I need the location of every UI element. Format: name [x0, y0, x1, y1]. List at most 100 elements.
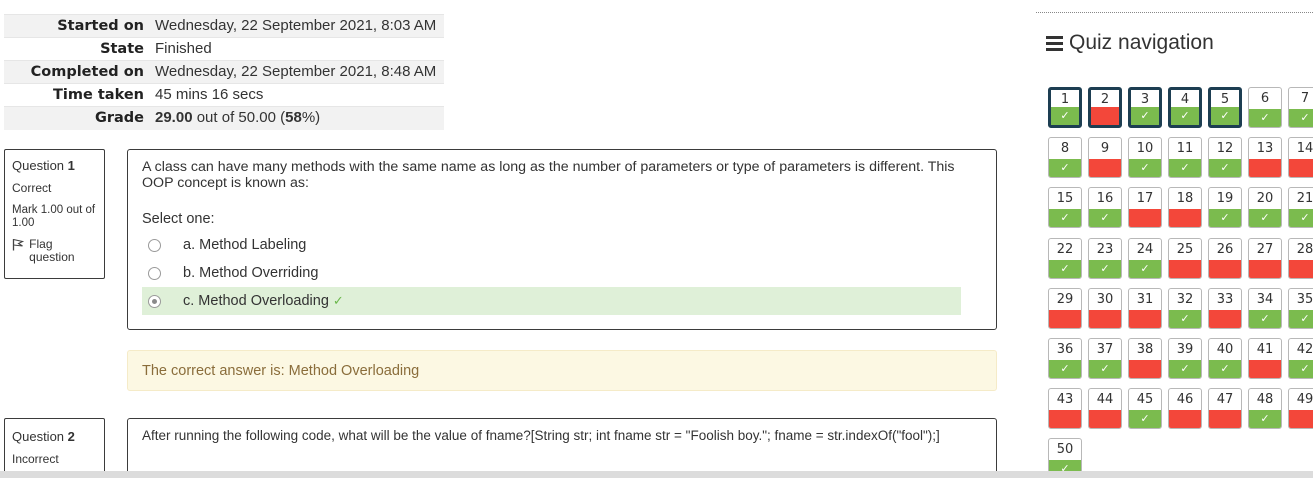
- quiz-nav-button-37[interactable]: 37 ✓: [1088, 338, 1122, 379]
- quiz-nav-number: 50: [1056, 442, 1074, 457]
- radio-button[interactable]: [148, 238, 161, 252]
- incorrect-state-bar: [1249, 360, 1281, 378]
- summary-label: State: [4, 37, 150, 61]
- quiz-nav-button-21[interactable]: 21 ✓: [1288, 187, 1313, 228]
- quiz-nav-button-39[interactable]: 39 ✓: [1168, 338, 1202, 379]
- incorrect-state-bar: [1129, 310, 1161, 328]
- quiz-nav-number: 16: [1096, 191, 1114, 206]
- quiz-nav-button-15[interactable]: 15 ✓: [1048, 187, 1082, 228]
- quiz-nav-button-34[interactable]: 34 ✓: [1248, 288, 1282, 329]
- quiz-nav-number: 12: [1216, 141, 1234, 156]
- quiz-nav-button-5[interactable]: 5 ✓: [1208, 87, 1242, 128]
- quiz-nav-button-8[interactable]: 8 ✓: [1048, 137, 1082, 178]
- check-icon: ✓: [1171, 107, 1199, 125]
- quiz-nav-button-41[interactable]: 41: [1248, 338, 1282, 379]
- incorrect-state-bar: [1209, 260, 1241, 278]
- quiz-nav-button-31[interactable]: 31: [1128, 288, 1162, 329]
- quiz-nav-number: 49: [1296, 392, 1313, 407]
- quiz-nav-number: 36: [1056, 342, 1074, 357]
- answer-label: a. Method Labeling: [183, 237, 307, 253]
- question-text: After running the following code, what w…: [142, 428, 940, 443]
- quiz-nav-number: 9: [1100, 141, 1110, 156]
- quiz-nav-button-25[interactable]: 25: [1168, 238, 1202, 279]
- quiz-nav-button-36[interactable]: 36 ✓: [1048, 338, 1082, 379]
- incorrect-state-bar: [1089, 159, 1121, 177]
- quiz-nav-button-26[interactable]: 26: [1208, 238, 1242, 279]
- quiz-nav-button-32[interactable]: 32 ✓: [1168, 288, 1202, 329]
- quiz-nav-button-14[interactable]: 14: [1288, 137, 1313, 178]
- horizontal-scrollbar[interactable]: [0, 471, 1313, 478]
- check-icon: ✓: [1209, 159, 1241, 177]
- quiz-nav-number: 34: [1256, 292, 1274, 307]
- quiz-nav-button-18[interactable]: 18: [1168, 187, 1202, 228]
- flag-question-link[interactable]: Flag question: [12, 238, 97, 264]
- quiz-nav-number: 33: [1216, 292, 1234, 307]
- question-number-value: 1: [67, 158, 75, 173]
- quiz-nav-number: 7: [1300, 91, 1310, 106]
- quiz-nav-number: 43: [1056, 392, 1074, 407]
- quiz-nav-button-49[interactable]: 49: [1288, 388, 1313, 429]
- quiz-nav-button-1[interactable]: 1 ✓: [1048, 87, 1082, 128]
- bars-icon: [1046, 33, 1063, 54]
- check-icon: ✓: [1249, 209, 1281, 227]
- quiz-nav-number: 40: [1216, 342, 1234, 357]
- quiz-nav-button-33[interactable]: 33: [1208, 288, 1242, 329]
- radio-button-checked[interactable]: [148, 294, 161, 308]
- summary-label: Completed on: [4, 60, 150, 84]
- quiz-nav-button-42[interactable]: 42 ✓: [1288, 338, 1313, 379]
- quiz-nav-button-12[interactable]: 12 ✓: [1208, 137, 1242, 178]
- incorrect-state-bar: [1249, 159, 1281, 177]
- quiz-nav-button-16[interactable]: 16 ✓: [1088, 187, 1122, 228]
- quiz-nav-button-23[interactable]: 23 ✓: [1088, 238, 1122, 279]
- quiz-nav-button-30[interactable]: 30: [1088, 288, 1122, 329]
- quiz-nav-button-7[interactable]: 7 ✓: [1288, 87, 1313, 128]
- summary-row-completed: Completed on Wednesday, 22 September 202…: [4, 60, 444, 84]
- question-state: Incorrect: [12, 452, 59, 466]
- quiz-nav-button-20[interactable]: 20 ✓: [1248, 187, 1282, 228]
- quiz-nav-button-3[interactable]: 3 ✓: [1128, 87, 1162, 128]
- summary-label: Time taken: [4, 83, 150, 107]
- quiz-nav-button-9[interactable]: 9: [1088, 137, 1122, 178]
- quiz-nav-button-24[interactable]: 24 ✓: [1128, 238, 1162, 279]
- quiz-nav-button-13[interactable]: 13: [1248, 137, 1282, 178]
- quiz-nav-button-43[interactable]: 43: [1048, 388, 1082, 429]
- quiz-nav-button-2[interactable]: 2: [1088, 87, 1122, 128]
- quiz-nav-number: 44: [1096, 392, 1114, 407]
- answer-option-a[interactable]: a. Method Labeling: [142, 231, 961, 259]
- quiz-nav-button-38[interactable]: 38: [1128, 338, 1162, 379]
- question-1-info: Question 1 Correct Mark 1.00 out of 1.00…: [4, 149, 105, 279]
- quiz-nav-button-45[interactable]: 45 ✓: [1128, 388, 1162, 429]
- quiz-nav-number: 6: [1260, 91, 1270, 106]
- answer-option-b[interactable]: b. Method Overriding: [142, 259, 961, 287]
- quiz-nav-button-29[interactable]: 29: [1048, 288, 1082, 329]
- quiz-nav-number: 10: [1136, 141, 1154, 156]
- quiz-nav-button-40[interactable]: 40 ✓: [1208, 338, 1242, 379]
- check-icon: ✓: [1049, 159, 1081, 177]
- quiz-nav-button-46[interactable]: 46: [1168, 388, 1202, 429]
- quiz-nav-button-22[interactable]: 22 ✓: [1048, 238, 1082, 279]
- quiz-nav-button-10[interactable]: 10 ✓: [1128, 137, 1162, 178]
- quiz-nav-number: 38: [1136, 342, 1154, 357]
- quiz-nav-button-19[interactable]: 19 ✓: [1208, 187, 1242, 228]
- question-number: Question 2: [12, 429, 97, 444]
- quiz-nav-button-47[interactable]: 47: [1208, 388, 1242, 429]
- quiz-nav-button-28[interactable]: 28: [1288, 238, 1313, 279]
- radio-button[interactable]: [148, 266, 161, 280]
- summary-value: 45 mins 16 secs: [150, 83, 444, 107]
- quiz-nav-button-48[interactable]: 48 ✓: [1248, 388, 1282, 429]
- quiz-nav-button-11[interactable]: 11 ✓: [1168, 137, 1202, 178]
- quiz-nav-button-27[interactable]: 27: [1248, 238, 1282, 279]
- quiz-nav-button-44[interactable]: 44: [1088, 388, 1122, 429]
- quiz-nav-button-35[interactable]: 35 ✓: [1288, 288, 1313, 329]
- quiz-nav-number: 15: [1056, 191, 1074, 206]
- check-icon: ✓: [1131, 107, 1159, 125]
- quiz-nav-button-17[interactable]: 17: [1128, 187, 1162, 228]
- quiz-nav-button-4[interactable]: 4 ✓: [1168, 87, 1202, 128]
- quiz-nav-number: 18: [1176, 191, 1194, 206]
- check-icon: ✓: [1051, 107, 1079, 125]
- check-icon: ✓: [1169, 310, 1201, 328]
- check-icon: ✓: [1249, 410, 1281, 428]
- quiz-nav-button-6[interactable]: 6 ✓: [1248, 87, 1282, 128]
- incorrect-state-bar: [1089, 410, 1121, 428]
- answer-option-c[interactable]: c. Method Overloading ✓: [142, 287, 961, 315]
